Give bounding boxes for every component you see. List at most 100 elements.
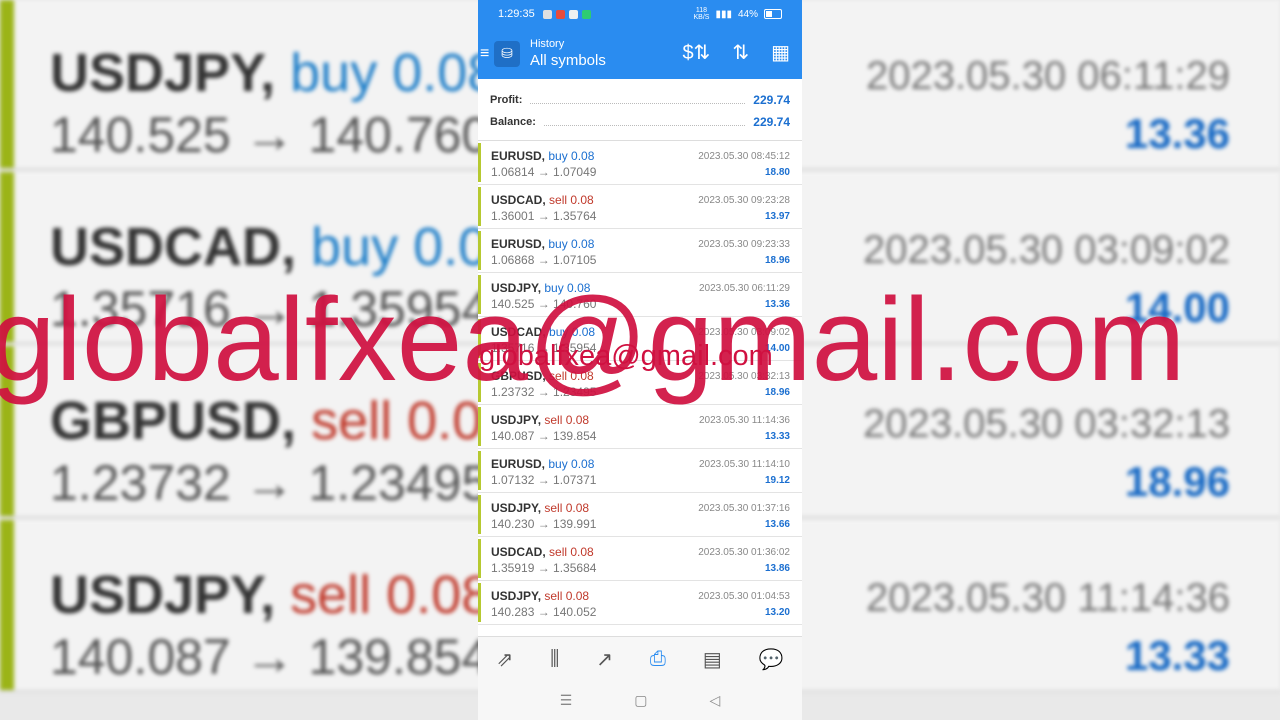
bottom-tab-bar: ⇗ ⫼ ↗ ⎙ ▤ 💬	[478, 636, 802, 681]
deal-row[interactable]: EURUSD, buy 0.08 1.06868 → 1.07105 2023.05…	[478, 229, 802, 273]
deal-side: sell 0.08	[544, 413, 590, 427]
bg-time: 2023.05.30 03:09:02	[862, 228, 1230, 272]
deal-indicator	[478, 231, 481, 270]
tab-chart-icon[interactable]: ⫼	[550, 648, 559, 671]
deal-prices: 140.283 → 140.052	[491, 605, 597, 619]
deal-profit: 13.97	[764, 211, 790, 222]
deal-side: buy 0.08	[548, 457, 595, 471]
deal-row[interactable]: EURUSD, buy 0.08 1.07132 → 1.07371 2023.05…	[478, 449, 802, 493]
deal-row[interactable]: USDJPY, sell 0.08 140.087 → 139.854 2023.0…	[478, 405, 802, 449]
deal-indicator	[478, 187, 481, 226]
deal-profit: 13.20	[764, 607, 790, 618]
deal-prices: 140.087 → 139.854	[491, 429, 597, 443]
profit-row: Profit: 229.74	[490, 89, 790, 111]
deal-symbol: EURUSD, buy 0.08	[491, 457, 595, 471]
deal-row[interactable]: USDCAD, sell 0.08 1.36001 → 1.35764 2023.0…	[478, 185, 802, 229]
bg-symbol: USDJPY, sell 0.08	[50, 565, 492, 625]
tab-history-icon[interactable]: ⎙	[650, 648, 666, 671]
bg-prices: 140.087 → 139.854	[50, 629, 490, 685]
deal-prices: 1.07132 → 1.07371	[491, 473, 597, 487]
tab-trade-icon[interactable]: ↗	[596, 647, 613, 672]
deal-time: 2023.05.30 01:37:16	[698, 503, 790, 514]
notification-icon	[568, 9, 578, 19]
clock: 1:29:35	[498, 8, 535, 20]
deal-symbol: USDJPY, sell 0.08	[491, 589, 590, 603]
deal-prices: 1.06814 → 1.07049	[491, 165, 597, 179]
notification-icon	[542, 9, 552, 19]
deal-side: sell 0.08	[544, 501, 590, 515]
deal-indicator	[478, 143, 481, 182]
deal-indicator	[478, 495, 481, 534]
deal-row[interactable]: USDJPY, sell 0.08 140.230 → 139.991 2023.0…	[478, 493, 802, 537]
deal-symbol: USDCAD, sell 0.08	[491, 193, 594, 207]
deal-side: buy 0.08	[548, 237, 595, 251]
recent-apps-icon[interactable]: ☰	[560, 692, 573, 709]
balance-label: Balance:	[490, 116, 536, 128]
bg-time: 2023.05.30 06:11:29	[865, 54, 1230, 98]
deal-row[interactable]: USDCAD, sell 0.08 1.35919 → 1.35684 2023.0…	[478, 537, 802, 581]
deal-prices: 1.06868 → 1.07105	[491, 253, 597, 267]
recording-icon	[555, 9, 565, 19]
deal-symbol: EURUSD, buy 0.08	[491, 149, 595, 163]
balance-value: 229.74	[753, 115, 790, 129]
bg-symbol: USDCAD, buy 0.08	[50, 217, 519, 277]
calendar-icon[interactable]: ▦	[771, 41, 790, 65]
signal-icon: ▮▮▮	[715, 8, 732, 20]
page-title: History	[530, 38, 565, 50]
profit-label: Profit:	[490, 94, 523, 106]
deal-time: 2023.05.30 09:23:28	[698, 195, 790, 206]
deal-side: sell 0.08	[549, 545, 594, 559]
deal-profit: 13.66	[764, 519, 790, 530]
status-bar: 1:29:35 118 KB/S ▮▮▮ 44%	[478, 0, 802, 28]
summary-panel: Profit: 229.74 Balance: 229.74	[478, 79, 802, 141]
deal-profit: 18.80	[764, 167, 790, 178]
deal-prices: 1.35919 → 1.35684	[491, 561, 597, 575]
deal-side: sell 0.08	[549, 193, 594, 207]
toolbar-actions: $⇅ ⇅ ▦	[682, 41, 790, 65]
deal-side: sell 0.08	[544, 589, 590, 603]
watermark-email: globalfxea@gmail.com	[479, 340, 773, 372]
bg-time: 2023.05.30 11:14:36	[865, 576, 1230, 620]
deal-time: 2023.05.30 01:04:53	[698, 591, 790, 602]
deal-row[interactable]: EURUSD, buy 0.08 1.06814 → 1.07049 2023.05…	[478, 141, 802, 185]
deal-time: 2023.05.30 01:36:02	[698, 547, 790, 558]
symbols-filter[interactable]: All symbols	[530, 52, 606, 69]
deal-side: buy 0.08	[548, 149, 595, 163]
battery-icon	[764, 9, 782, 19]
deposit-icon[interactable]: $⇅	[682, 41, 710, 65]
deal-time: 2023.05.30 08:45:12	[698, 151, 790, 162]
net-speed: 118 KB/S	[693, 7, 710, 21]
whatsapp-icon	[581, 9, 591, 19]
bg-symbol: USDJPY, buy 0.08	[50, 43, 498, 103]
notification-icons	[542, 9, 591, 19]
tab-quotes-icon[interactable]: ⇗	[496, 647, 513, 672]
deal-profit: 13.33	[764, 431, 790, 442]
app-logo-icon: ⛁	[494, 40, 520, 67]
sort-icon[interactable]: ⇅	[732, 41, 749, 65]
deal-indicator	[478, 407, 481, 446]
back-icon[interactable]: ◁	[710, 692, 721, 709]
deal-row[interactable]: USDJPY, sell 0.08 140.283 → 140.052 2023.0…	[478, 581, 802, 625]
deal-indicator	[478, 451, 481, 490]
bg-prices: 140.525 → 140.760	[50, 107, 490, 163]
deal-indicator	[478, 583, 481, 622]
menu-icon[interactable]: ≡	[478, 45, 494, 63]
bg-profit: 13.33	[1124, 632, 1230, 679]
system-nav-bar: ☰ ▢ ◁	[478, 680, 802, 720]
tab-news-icon[interactable]: ▤	[703, 647, 722, 672]
bg-profit: 13.36	[1124, 110, 1230, 157]
deal-prices: 140.230 → 139.991	[491, 517, 597, 531]
status-right: 118 KB/S ▮▮▮ 44%	[694, 7, 782, 21]
home-icon[interactable]: ▢	[634, 692, 647, 709]
deal-profit: 13.86	[764, 563, 790, 574]
deal-time: 2023.05.30 11:14:10	[698, 459, 790, 470]
profit-value: 229.74	[753, 93, 790, 107]
deal-indicator	[478, 539, 481, 578]
deal-symbol: USDJPY, sell 0.08	[491, 413, 590, 427]
battery-text: 44%	[737, 8, 758, 20]
deal-symbol: USDCAD, sell 0.08	[491, 545, 594, 559]
tab-messages-icon[interactable]: 💬	[759, 647, 784, 672]
bg-prices: 1.23732 → 1.23495	[50, 455, 490, 511]
deal-profit: 19.12	[764, 475, 790, 486]
balance-row: Balance: 229.74	[490, 111, 790, 133]
